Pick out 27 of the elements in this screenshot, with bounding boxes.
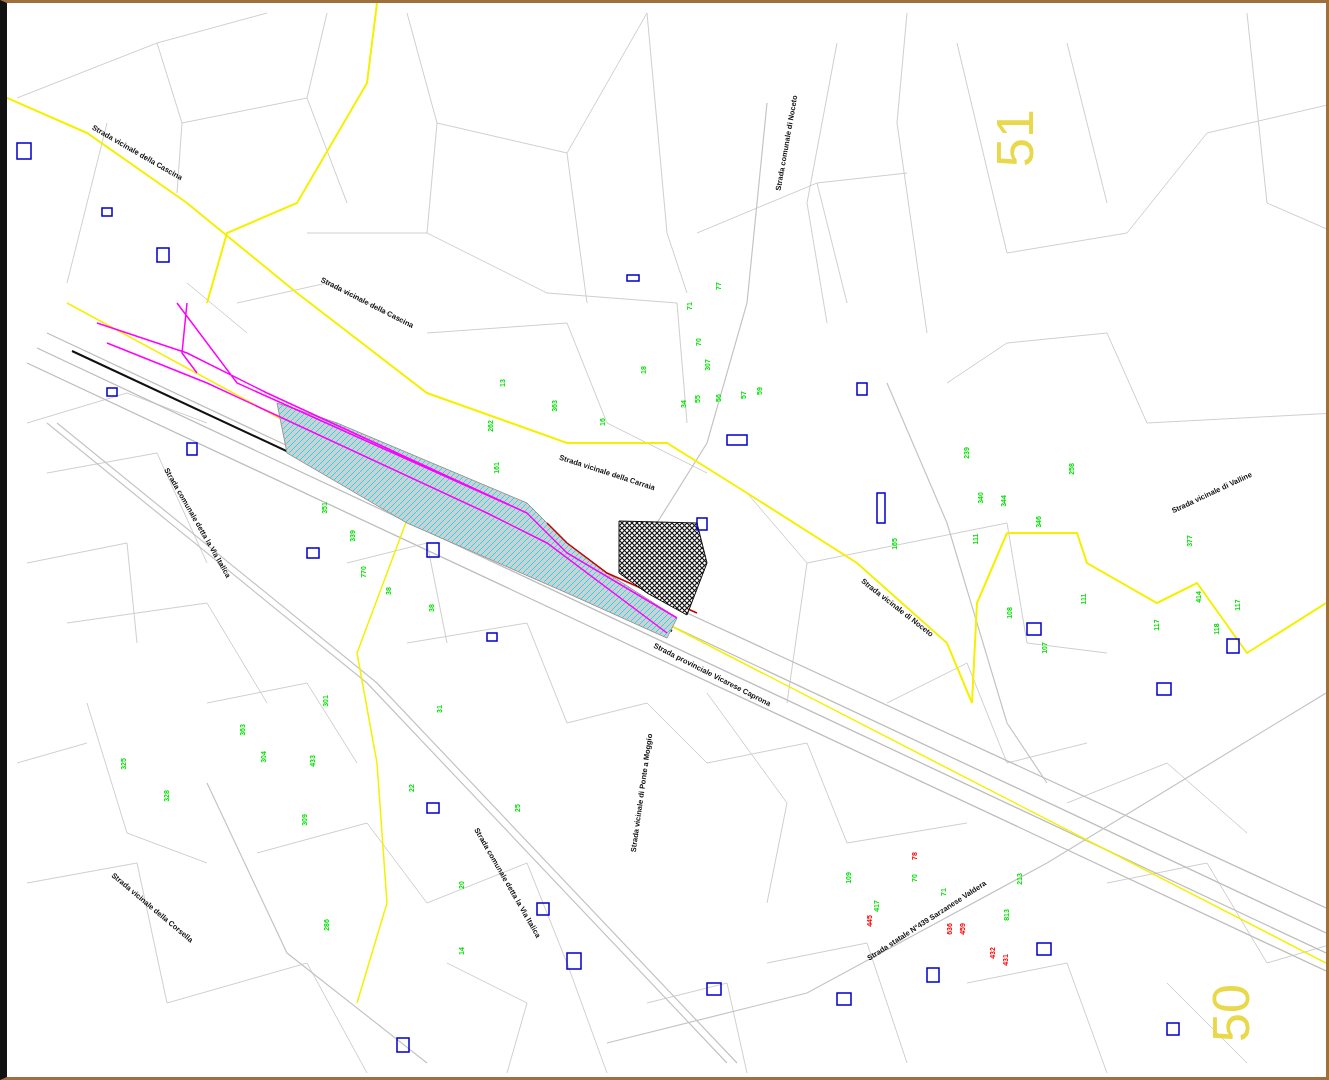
sheet-number: 50 (1201, 984, 1260, 1042)
building-outline (626, 274, 640, 282)
building-outline (706, 982, 722, 996)
building-outline (726, 434, 748, 446)
building-outline (566, 952, 582, 970)
building-outline (1156, 682, 1172, 696)
building-outline (101, 207, 113, 217)
building-outline (876, 492, 886, 524)
building-outline (106, 387, 118, 397)
building-outline (926, 967, 940, 983)
building-outline (1026, 622, 1042, 636)
building-outline (536, 902, 550, 916)
building-outline (156, 247, 170, 263)
building-outline (696, 517, 708, 531)
sheet-number: 51 (985, 109, 1044, 167)
building-outline (1226, 638, 1240, 654)
building-outline (426, 542, 440, 558)
building-outline (486, 632, 498, 642)
building-outline (306, 547, 320, 559)
building-outline (426, 802, 440, 814)
building-outline (1036, 942, 1052, 956)
building-outline (396, 1037, 410, 1053)
building-outline (836, 992, 852, 1006)
building-outline (1166, 1022, 1180, 1036)
building-outline (856, 382, 868, 396)
building-outline (186, 442, 198, 456)
building-outline (16, 142, 32, 160)
